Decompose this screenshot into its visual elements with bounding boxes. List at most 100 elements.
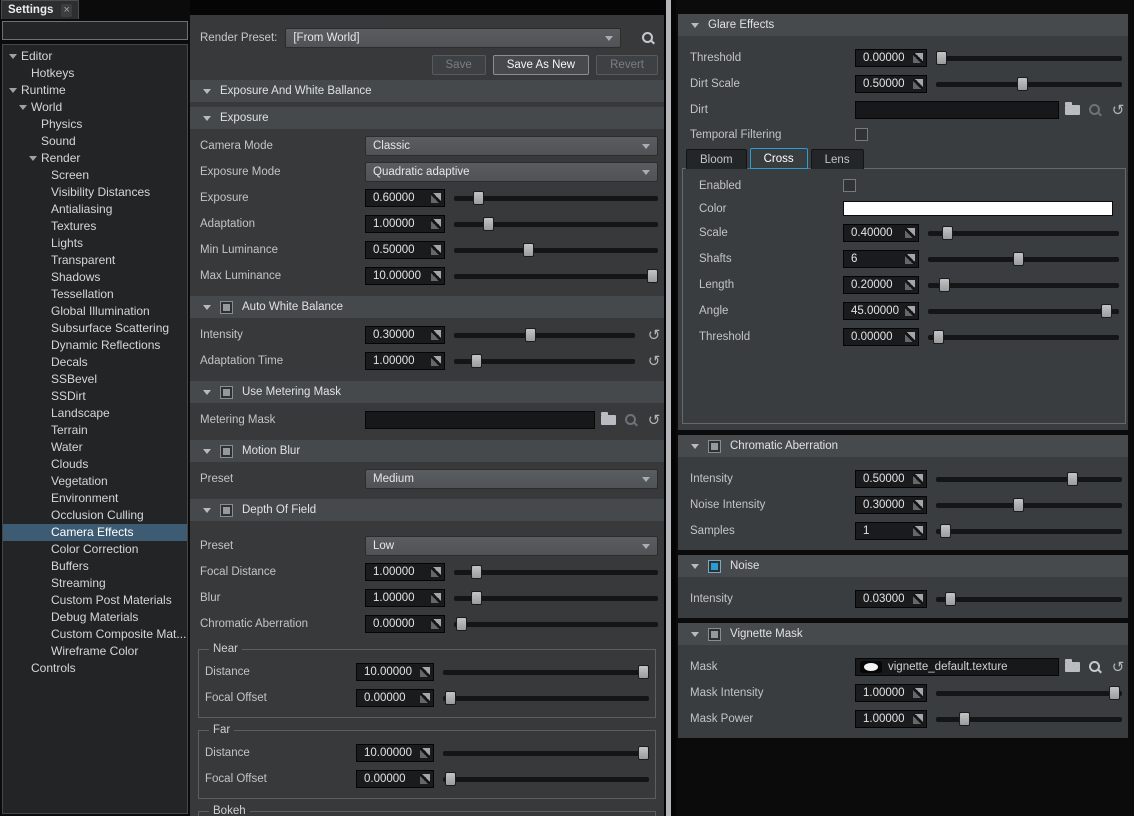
sidebar-item-shadows[interactable]: Shadows: [3, 269, 187, 286]
sidebar-item-ssbevel[interactable]: SSBevel: [3, 371, 187, 388]
focal-offset-input[interactable]: 0.00000: [356, 689, 434, 707]
focal-offset-slider[interactable]: [443, 690, 649, 706]
sidebar-item-tessellation[interactable]: Tessellation: [3, 286, 187, 303]
threshold-slider[interactable]: [936, 50, 1122, 66]
slider-handle[interactable]: [1013, 498, 1024, 512]
spin-drag-icon[interactable]: [913, 594, 923, 604]
intensity-revert-button[interactable]: [644, 326, 664, 344]
save-as-new-button[interactable]: Save As New: [493, 55, 589, 75]
spin-drag-icon[interactable]: [431, 271, 441, 281]
render-preset-dropdown[interactable]: [From World]: [285, 28, 621, 48]
adaptation-input[interactable]: 1.00000: [365, 215, 445, 233]
slider-handle[interactable]: [945, 592, 956, 606]
tab-cross[interactable]: Cross: [750, 148, 808, 169]
slider-handle[interactable]: [940, 524, 951, 538]
spin-drag-icon[interactable]: [420, 774, 430, 784]
slider-handle[interactable]: [456, 617, 467, 631]
sidebar-filter-input[interactable]: [2, 21, 188, 40]
sidebar-item-water[interactable]: Water: [3, 439, 187, 456]
metering-mask-field[interactable]: [365, 411, 595, 429]
dirt-scale-slider[interactable]: [936, 76, 1122, 92]
mask-browse-button[interactable]: [1062, 658, 1082, 676]
spin-drag-icon[interactable]: [420, 748, 430, 758]
sidebar-item-buffers[interactable]: Buffers: [3, 558, 187, 575]
chevron-down-icon[interactable]: [203, 449, 211, 454]
samples-input[interactable]: 1: [855, 522, 927, 540]
save-button[interactable]: Save: [432, 55, 486, 75]
intensity-input[interactable]: 0.50000: [855, 470, 927, 488]
spin-drag-icon[interactable]: [905, 306, 915, 316]
dirt-revert-button[interactable]: [1108, 101, 1128, 119]
sidebar-item-dynamic-reflections[interactable]: Dynamic Reflections: [3, 337, 187, 354]
sidebar-item-screen[interactable]: Screen: [3, 167, 187, 184]
exposure-input[interactable]: 0.60000: [365, 189, 445, 207]
slider-handle[interactable]: [936, 51, 947, 65]
scale-slider[interactable]: [928, 225, 1119, 241]
section-header-glare-effects[interactable]: Glare Effects: [678, 14, 1128, 36]
slider-handle[interactable]: [647, 269, 658, 283]
threshold-input[interactable]: 0.00000: [843, 328, 919, 346]
sidebar-item-world[interactable]: World: [3, 99, 187, 116]
spin-drag-icon[interactable]: [431, 245, 441, 255]
slider-handle[interactable]: [1017, 77, 1028, 91]
panel-scrollbar[interactable]: [666, 0, 671, 816]
chevron-down-icon[interactable]: [691, 23, 699, 28]
adaptation-time-input[interactable]: 1.00000: [365, 352, 445, 370]
tab-lens[interactable]: Lens: [811, 149, 864, 169]
spin-drag-icon[interactable]: [431, 567, 441, 577]
spin-drag-icon[interactable]: [913, 79, 923, 89]
spin-drag-icon[interactable]: [905, 280, 915, 290]
slider-handle[interactable]: [471, 565, 482, 579]
spin-drag-icon[interactable]: [420, 693, 430, 703]
section-header-motion-blur[interactable]: Motion Blur: [190, 440, 664, 462]
spin-drag-icon[interactable]: [431, 619, 441, 629]
sidebar-item-lights[interactable]: Lights: [3, 235, 187, 252]
slider-handle[interactable]: [445, 772, 456, 786]
chevron-down-icon[interactable]: [203, 390, 211, 395]
spin-drag-icon[interactable]: [905, 332, 915, 342]
focal-distance-input[interactable]: 1.00000: [365, 563, 445, 581]
distance-slider[interactable]: [443, 664, 649, 680]
adaptation-slider[interactable]: [454, 216, 658, 232]
color-swatch[interactable]: [843, 201, 1113, 216]
intensity-input[interactable]: 0.03000: [855, 590, 927, 608]
slider-handle[interactable]: [959, 712, 970, 726]
temporal-filtering-checkbox[interactable]: [855, 128, 868, 141]
dirt-field[interactable]: [855, 101, 1059, 119]
sidebar-item-landscape[interactable]: Landscape: [3, 405, 187, 422]
length-input[interactable]: 0.20000: [843, 276, 919, 294]
length-slider[interactable]: [928, 277, 1119, 293]
chevron-down-icon[interactable]: [203, 305, 211, 310]
sidebar-item-subsurface-scattering[interactable]: Subsurface Scattering: [3, 320, 187, 337]
spin-drag-icon[interactable]: [913, 714, 923, 724]
revert-button[interactable]: Revert: [596, 55, 658, 75]
auto-white-balance-enable-checkbox[interactable]: [220, 301, 233, 314]
spin-drag-icon[interactable]: [905, 254, 915, 264]
sidebar-item-transparent[interactable]: Transparent: [3, 252, 187, 269]
section-header-auto-white-balance[interactable]: Auto White Balance: [190, 296, 664, 318]
mask-revert-button[interactable]: [1108, 658, 1128, 676]
metering-mask-find-button[interactable]: [621, 411, 641, 429]
sidebar-item-color-correction[interactable]: Color Correction: [3, 541, 187, 558]
slider-handle[interactable]: [471, 354, 482, 368]
section-header-use-metering-mask[interactable]: Use Metering Mask: [190, 381, 664, 403]
intensity-slider[interactable]: [936, 471, 1122, 487]
mask-power-input[interactable]: 1.00000: [855, 710, 927, 728]
chromatic-aberration-input[interactable]: 0.00000: [365, 615, 445, 633]
section-header-exposure[interactable]: Exposure: [190, 107, 664, 129]
camera-mode-dropdown[interactable]: Classic: [365, 136, 658, 156]
mask-intensity-input[interactable]: 1.00000: [855, 684, 927, 702]
threshold-input[interactable]: 0.00000: [855, 49, 927, 67]
enabled-checkbox[interactable]: [843, 179, 856, 192]
spin-drag-icon[interactable]: [905, 228, 915, 238]
max-luminance-input[interactable]: 10.00000: [365, 267, 445, 285]
sidebar-item-controls[interactable]: Controls: [3, 660, 187, 677]
distance-input[interactable]: 10.00000: [356, 744, 434, 762]
mask-field[interactable]: vignette_default.texture: [855, 658, 1059, 676]
exposure-mode-dropdown[interactable]: Quadratic adaptive: [365, 162, 658, 182]
depth-of-field-enable-checkbox[interactable]: [220, 504, 233, 517]
min-luminance-input[interactable]: 0.50000: [365, 241, 445, 259]
metering-mask-revert-button[interactable]: [644, 411, 664, 429]
vignette-mask-enable-checkbox[interactable]: [708, 628, 721, 641]
slider-handle[interactable]: [1013, 252, 1024, 266]
